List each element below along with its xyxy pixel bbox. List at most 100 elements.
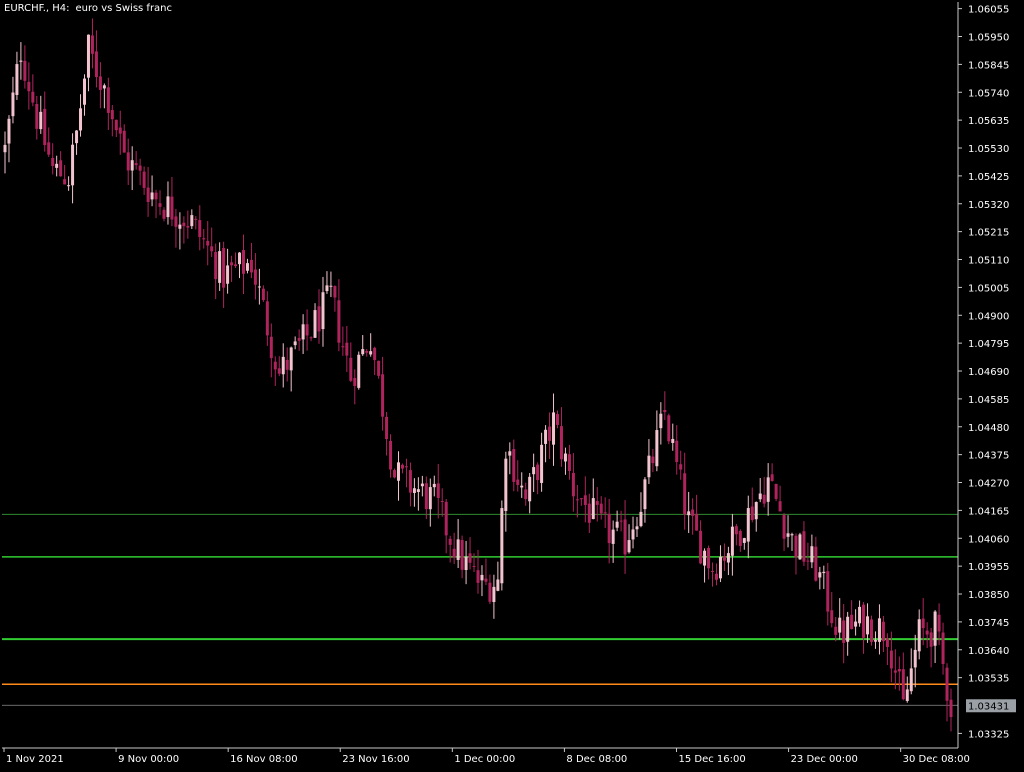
candle-body <box>949 699 953 718</box>
candle-body <box>305 324 309 336</box>
candle-body <box>746 508 750 542</box>
candle-body <box>790 534 794 536</box>
candle-body <box>428 487 432 510</box>
candle-body <box>102 85 106 89</box>
candle-body <box>834 626 838 635</box>
candle-body <box>611 529 615 544</box>
y-tick-label: 1.05635 <box>968 116 1009 127</box>
candle-body <box>929 632 933 647</box>
y-tick-label: 1.04900 <box>968 311 1009 322</box>
candle-body <box>635 526 639 530</box>
candle-body <box>3 144 7 153</box>
candle-body <box>420 483 424 487</box>
candle-body <box>412 488 416 493</box>
candle-body <box>643 479 647 510</box>
candle-body <box>110 110 114 120</box>
candle-body <box>822 571 826 574</box>
x-tick-label: 16 Nov 08:00 <box>230 754 297 765</box>
candle-body <box>730 526 734 556</box>
candle-body <box>214 252 218 280</box>
candle-body <box>440 500 444 502</box>
candle-body <box>444 501 448 536</box>
y-tick-label: 1.05320 <box>968 200 1009 211</box>
candle-body <box>269 336 273 359</box>
candle-body <box>297 338 301 341</box>
candle-body <box>691 509 695 516</box>
candle-body <box>921 618 925 629</box>
candle-body <box>404 466 408 468</box>
candle-body <box>563 453 567 462</box>
candle-body <box>500 508 504 584</box>
candle-body <box>758 493 762 500</box>
candle-body <box>897 668 901 672</box>
candle-body <box>754 501 758 520</box>
candle-body <box>893 670 897 673</box>
y-tick-label: 1.03325 <box>968 729 1009 740</box>
candle-body <box>464 556 468 571</box>
candle-body <box>814 546 818 581</box>
candle-body <box>397 462 401 481</box>
candle-body <box>695 513 699 531</box>
candle-body <box>313 310 317 338</box>
candle-body <box>873 640 877 642</box>
candle-body <box>504 458 508 511</box>
candle-body <box>166 196 170 218</box>
candle-body <box>718 556 722 579</box>
x-tick-label: 8 Dec 08:00 <box>566 754 627 765</box>
candle-body <box>122 130 126 153</box>
y-tick-label: 1.04480 <box>968 423 1009 434</box>
candle-body <box>571 472 575 497</box>
candle-body <box>289 347 293 371</box>
candle-body <box>226 265 230 284</box>
candle-body <box>47 142 51 155</box>
chart-title: EURCHF., H4: euro vs Swiss franc <box>4 3 172 14</box>
candle-body <box>385 416 389 440</box>
candle-body <box>325 285 329 292</box>
candle-body <box>583 495 587 505</box>
candle-body <box>194 218 198 220</box>
candle-body <box>468 553 472 563</box>
candle-body <box>400 464 404 469</box>
candle-body <box>846 616 850 642</box>
candle-body <box>265 301 269 336</box>
candle-body <box>607 513 611 544</box>
candle-body <box>59 160 63 177</box>
candle-body <box>182 222 186 227</box>
candle-body <box>198 220 202 237</box>
candle-body <box>667 415 671 442</box>
candle-body <box>870 619 874 642</box>
candle-body <box>452 548 456 558</box>
candle-body <box>492 586 496 603</box>
candle-body <box>253 269 257 285</box>
candle-body <box>138 165 142 171</box>
candle-body <box>90 35 94 54</box>
candle-body <box>548 426 552 441</box>
candle-body <box>472 565 476 567</box>
candle-body <box>794 535 798 558</box>
candle-body <box>162 209 166 219</box>
candle-body <box>663 410 667 413</box>
x-tick-label: 23 Dec 00:00 <box>791 754 858 765</box>
candle-body <box>508 451 512 456</box>
x-tick-label: 15 Dec 16:00 <box>678 754 745 765</box>
candle-body <box>333 286 337 298</box>
candle-body <box>738 530 742 546</box>
candle-body <box>516 479 520 485</box>
candle-body <box>174 216 178 227</box>
candle-body <box>218 251 222 283</box>
candle-body <box>293 341 297 346</box>
candle-body <box>114 119 118 131</box>
candle-body <box>905 689 909 701</box>
candle-body <box>536 464 540 481</box>
candle-body <box>460 539 464 570</box>
candle-body <box>381 374 385 417</box>
candle-body <box>726 553 730 563</box>
candle-body <box>377 360 381 376</box>
y-tick-label: 1.03745 <box>968 618 1009 629</box>
candle-body <box>361 349 365 355</box>
candle-body <box>170 196 174 220</box>
candle-body <box>842 620 846 643</box>
candle-body <box>818 572 822 578</box>
candle-body <box>866 616 870 635</box>
candle-body <box>877 618 881 642</box>
